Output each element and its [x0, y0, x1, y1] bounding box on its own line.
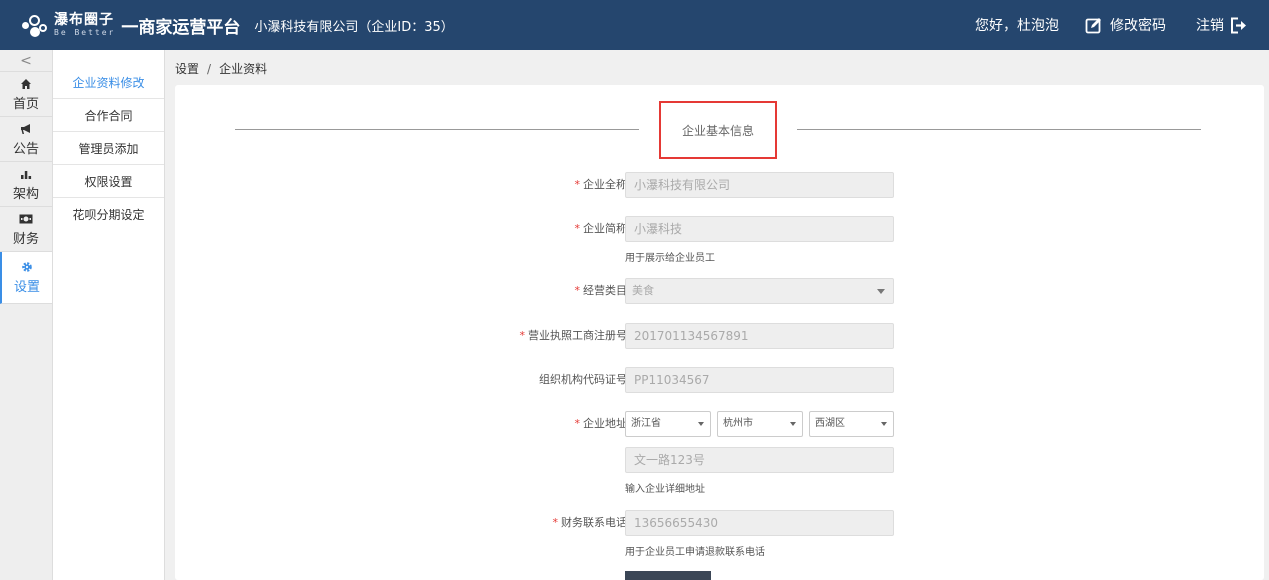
section-title: 企业基本信息 — [659, 101, 777, 159]
section-header: 企业基本信息 — [175, 101, 1264, 159]
district-select[interactable]: 西湖区 — [809, 411, 894, 437]
chevron-down-icon — [881, 422, 887, 426]
settings-submenu: 企业资料修改 合作合同 管理员添加 权限设置 花呗分期设定 — [53, 50, 165, 580]
image-thumbnail[interactable] — [625, 571, 711, 580]
logo-mark — [22, 14, 52, 37]
logo[interactable]: 瀑布圈子 Be Better — [22, 13, 115, 37]
province-select[interactable]: 浙江省 — [625, 411, 711, 437]
change-password-label: 修改密码 — [1110, 18, 1166, 34]
address-help: 输入企业详细地址 — [625, 484, 705, 495]
submenu-contract[interactable]: 合作合同 — [53, 99, 164, 132]
short-name-field[interactable]: 小瀑科技 — [625, 216, 894, 242]
org-code-label: 组织机构代码证号： — [539, 373, 638, 386]
nav-item-settings[interactable]: 设置 — [0, 252, 52, 304]
breadcrumb-separator: / — [207, 62, 212, 76]
logo-slogan: Be Better — [54, 28, 116, 37]
megaphone-icon — [20, 122, 32, 136]
nav-item-finance[interactable]: 财务 — [0, 207, 52, 252]
gear-icon — [21, 260, 33, 274]
logout-icon — [1231, 17, 1246, 33]
icon-sidebar: < 首页 公告 架构 财务 设置 — [0, 50, 53, 580]
breadcrumb: 设置 / 企业资料 — [175, 60, 267, 77]
address-detail-field[interactable]: 文一路123号 — [625, 447, 894, 473]
divider-left — [235, 129, 639, 130]
city-select[interactable]: 杭州市 — [717, 411, 803, 437]
phone-field[interactable]: 13656655430 — [625, 510, 894, 536]
submenu-company-info[interactable]: 企业资料修改 — [53, 66, 164, 99]
content-panel: 企业基本信息 * 企业全称： 小瀑科技有限公司 * 企业简称： 小瀑科技 用于展示给… — [175, 85, 1264, 580]
change-password-button[interactable]: 修改密码 — [1085, 15, 1166, 35]
top-header: 瀑布圈子 Be Better 一商家运营平台 小瀑科技有限公司（企业ID：35）… — [0, 0, 1269, 50]
money-icon — [19, 212, 33, 226]
nav-item-label: 首页 — [12, 96, 39, 112]
submenu-permissions[interactable]: 权限设置 — [53, 165, 164, 198]
platform-title: 一商家运营平台 — [121, 17, 241, 38]
category-select[interactable]: 美食 — [625, 278, 894, 304]
license-field[interactable]: 201701134567891 — [625, 323, 894, 349]
submenu-installment[interactable]: 花呗分期设定 — [53, 198, 164, 231]
user-greeting: 您好，杜泡泡 — [975, 18, 1059, 34]
org-code-field[interactable]: PP11034567 — [625, 367, 894, 393]
nav-item-announcement[interactable]: 公告 — [0, 117, 52, 162]
license-label: * 营业执照工商注册号： — [519, 329, 639, 342]
chevron-down-icon — [877, 289, 885, 294]
collapse-sidebar-button[interactable]: < — [0, 50, 52, 72]
nav-item-label: 财务 — [12, 231, 39, 247]
full-name-field[interactable]: 小瀑科技有限公司 — [625, 172, 894, 198]
nav-item-label: 架构 — [12, 186, 39, 202]
nav-item-home[interactable]: 首页 — [0, 72, 52, 117]
home-icon — [20, 77, 32, 91]
nav-item-structure[interactable]: 架构 — [0, 162, 52, 207]
phone-help: 用于企业员工申请退款联系电话 — [625, 547, 765, 558]
divider-right — [797, 129, 1201, 130]
bar-chart-icon — [20, 167, 32, 181]
edit-icon — [1085, 17, 1101, 33]
company-name: 小瀑科技有限公司（企业ID：35） — [254, 19, 454, 35]
logo-name: 瀑布圈子 — [54, 12, 114, 28]
breadcrumb-current: 企业资料 — [219, 62, 268, 76]
logout-button[interactable]: 注销 — [1196, 15, 1247, 35]
breadcrumb-root[interactable]: 设置 — [175, 62, 199, 76]
chevron-down-icon — [698, 422, 704, 426]
submenu-add-admin[interactable]: 管理员添加 — [53, 132, 164, 165]
nav-item-label: 公告 — [12, 141, 39, 157]
nav-item-label: 设置 — [13, 280, 40, 295]
logout-label: 注销 — [1196, 18, 1224, 34]
short-name-help: 用于展示给企业员工 — [625, 253, 715, 264]
chevron-down-icon — [790, 422, 796, 426]
